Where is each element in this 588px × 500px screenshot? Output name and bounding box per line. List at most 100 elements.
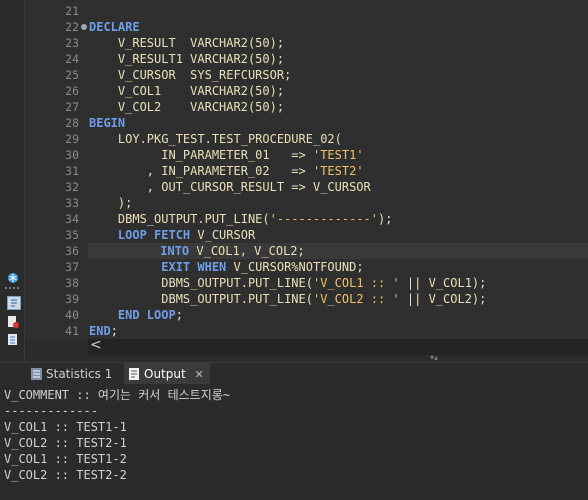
tab-statistics-label: Statistics 1 bbox=[46, 367, 113, 381]
code-keyword: EXIT WHEN bbox=[161, 260, 227, 274]
code-line[interactable]: EXIT WHEN V_CURSOR%NOTFOUND; bbox=[89, 259, 588, 275]
code-line[interactable]: INTO V_COL1, V_COL2; bbox=[88, 243, 588, 259]
line-number: 40 bbox=[65, 308, 79, 322]
code-line[interactable]: V_CURSOR SYS_REFCURSOR; bbox=[89, 67, 588, 83]
code-string: 'V_COL2 :: ' bbox=[312, 292, 400, 306]
line-number: 22 bbox=[24, 19, 87, 35]
line-number: 34 bbox=[65, 212, 79, 226]
code-text: V_CURSOR SYS_REFCURSOR; bbox=[89, 68, 292, 82]
code-text: V_RESULT VARCHAR2(50); bbox=[89, 36, 285, 50]
output-line: V_COL1 :: TEST1-2 bbox=[4, 452, 127, 466]
code-text: LOY.PKG_TEST.TEST_PROCEDURE_02( bbox=[89, 132, 342, 146]
code-line[interactable]: DBMS_OUTPUT.PUT_LINE('V_COL1 :: ' || V_C… bbox=[89, 275, 588, 291]
line-number: 25 bbox=[65, 68, 79, 82]
document-list-icon[interactable] bbox=[7, 334, 19, 346]
code-line[interactable]: END; bbox=[89, 323, 588, 339]
line-number: 39 bbox=[65, 292, 79, 306]
code-line[interactable] bbox=[89, 3, 588, 19]
line-number: 36 bbox=[65, 244, 79, 258]
code-string: '-------------' bbox=[269, 212, 378, 226]
output-line: V_COL1 :: TEST1-1 bbox=[4, 420, 127, 434]
sql-editor[interactable]: 21 22 23 24 25 26 27 28 29 30 31 32 33 34 35 36 37 38 39 40… bbox=[0, 0, 588, 339]
code-keyword: END LOOP bbox=[117, 308, 176, 322]
line-number: 27 bbox=[65, 100, 79, 114]
code-line[interactable]: DECLARE bbox=[89, 19, 588, 35]
line-number: 32 bbox=[65, 180, 79, 194]
line-number: 23 bbox=[65, 36, 79, 50]
code-text: V_RESULT1 VARCHAR2(50); bbox=[89, 52, 285, 66]
code-line[interactable]: LOY.PKG_TEST.TEST_PROCEDURE_02( bbox=[89, 131, 588, 147]
line-number: 37 bbox=[65, 260, 79, 274]
code-text: V_CURSOR bbox=[190, 228, 256, 242]
code-text: DBMS_OUTPUT.PUT_LINE( bbox=[89, 292, 313, 306]
code-line[interactable]: IN_PARAMETER_01 => 'TEST1' bbox=[89, 147, 588, 163]
code-text: V_CURSOR%NOTFOUND; bbox=[226, 260, 364, 274]
close-icon[interactable]: ✕ bbox=[195, 368, 204, 381]
code-text: || V_COL1); bbox=[399, 276, 487, 290]
output-line: ------------- bbox=[4, 404, 98, 418]
code-text: , IN_PARAMETER_02 => bbox=[89, 164, 313, 178]
code-text: V_COL1 VARCHAR2(50); bbox=[89, 84, 285, 98]
code-line[interactable]: , IN_PARAMETER_02 => 'TEST2' bbox=[89, 163, 588, 179]
result-tab-bar: Statistics 1 Output ✕ bbox=[0, 362, 588, 387]
document-error-icon[interactable] bbox=[7, 316, 19, 328]
code-line[interactable]: BEGIN bbox=[89, 115, 588, 131]
code-text: V_COL1, V_COL2; bbox=[189, 244, 305, 258]
code-text: ; bbox=[110, 324, 118, 338]
code-keyword: BEGIN bbox=[89, 116, 126, 130]
code-text: ); bbox=[378, 212, 393, 226]
code-line[interactable]: V_RESULT VARCHAR2(50); bbox=[89, 35, 588, 51]
tab-output-label: Output bbox=[144, 367, 186, 381]
fold-marker-icon[interactable] bbox=[81, 24, 87, 30]
line-number: 38 bbox=[65, 276, 79, 290]
output-line: V_COMMENT :: 여기는 커서 테스트지롱~ bbox=[4, 388, 230, 402]
code-keyword: END bbox=[89, 324, 111, 338]
output-line: V_COL2 :: TEST2-1 bbox=[4, 436, 127, 450]
code-string: 'V_COL1 :: ' bbox=[312, 276, 400, 290]
line-number: 33 bbox=[65, 196, 79, 210]
code-text: ); bbox=[89, 196, 133, 210]
code-keyword: DECLARE bbox=[89, 20, 140, 34]
code-text: DBMS_OUTPUT.PUT_LINE( bbox=[89, 212, 270, 226]
document-icon[interactable] bbox=[7, 296, 21, 310]
snowflake-icon[interactable] bbox=[7, 272, 19, 284]
code-keyword: LOOP FETCH bbox=[117, 228, 191, 242]
output-panel[interactable]: V_COMMENT :: 여기는 커서 테스트지롱~-------------V… bbox=[0, 384, 588, 500]
split-handle-icon[interactable]: ▾▴ bbox=[430, 354, 450, 362]
code-line[interactable]: V_RESULT1 VARCHAR2(50); bbox=[89, 51, 588, 67]
code-line[interactable]: DBMS_OUTPUT.PUT_LINE('-------------'); bbox=[89, 211, 588, 227]
code-text: || V_COL2); bbox=[399, 292, 487, 306]
code-line[interactable]: , OUT_CURSOR_RESULT => V_CURSOR bbox=[89, 179, 588, 195]
line-number: 21 bbox=[65, 4, 79, 18]
scroll-left-arrow[interactable]: < bbox=[90, 337, 102, 353]
line-number: 31 bbox=[65, 164, 79, 178]
line-number: 24 bbox=[65, 52, 79, 66]
code-line[interactable]: V_COL2 VARCHAR2(50); bbox=[89, 99, 588, 115]
code-string: 'TEST2' bbox=[312, 164, 364, 178]
statistics-icon bbox=[31, 368, 42, 380]
code-line[interactable]: ); bbox=[89, 195, 588, 211]
line-number: 28 bbox=[65, 116, 79, 130]
code-text: V_COL2 VARCHAR2(50); bbox=[89, 100, 285, 114]
output-line: V_COL2 :: TEST2-2 bbox=[4, 468, 127, 482]
code-line[interactable]: LOOP FETCH V_CURSOR bbox=[89, 227, 588, 243]
line-number-gutter: 21 22 23 24 25 26 27 28 29 30 31 32 33 34 35 36 37 38 39 40… bbox=[24, 0, 87, 339]
line-number: 35 bbox=[65, 228, 79, 242]
line-number: 26 bbox=[65, 84, 79, 98]
code-line[interactable]: END LOOP; bbox=[89, 307, 588, 323]
horizontal-scrollbar[interactable]: < bbox=[88, 337, 588, 355]
code-line[interactable]: V_COL1 VARCHAR2(50); bbox=[89, 83, 588, 99]
code-text: , OUT_CURSOR_RESULT => V_CURSOR bbox=[89, 180, 371, 194]
code-text: IN_PARAMETER_01 => bbox=[89, 148, 313, 162]
editor-side-rail bbox=[0, 0, 25, 362]
code-text: DBMS_OUTPUT.PUT_LINE( bbox=[89, 276, 313, 290]
code-keyword: INTO bbox=[160, 244, 190, 258]
tab-statistics[interactable]: Statistics 1 bbox=[26, 363, 118, 385]
line-number: 29 bbox=[65, 132, 79, 146]
code-text: ; bbox=[175, 308, 183, 322]
code-line[interactable]: DBMS_OUTPUT.PUT_LINE('V_COL2 :: ' || V_C… bbox=[89, 291, 588, 307]
output-icon bbox=[129, 368, 139, 380]
